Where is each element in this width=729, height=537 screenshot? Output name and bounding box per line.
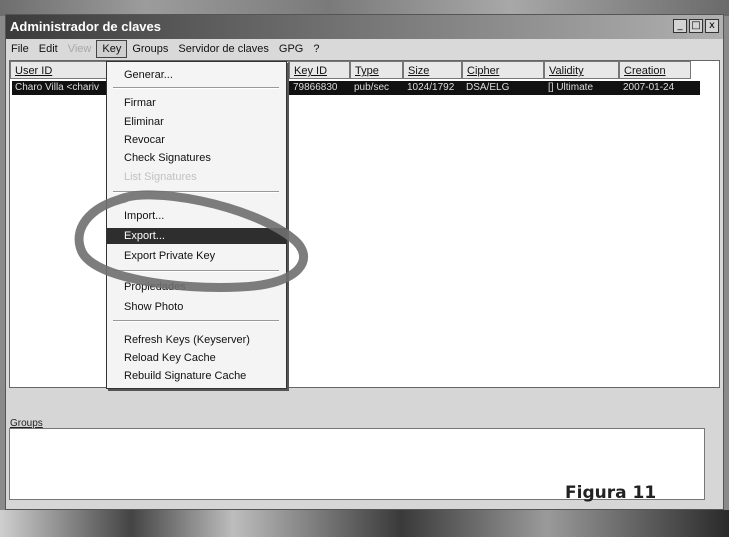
menu-item-properties[interactable]: Propiedades <box>107 279 286 295</box>
menu-keyserver[interactable]: Servidor de claves <box>173 40 274 58</box>
cell-user-id: Charo Villa <chariv <box>15 82 100 93</box>
menu-item-refresh-keys[interactable]: Refresh Keys (Keyserver) <box>107 332 286 348</box>
menu-item-delete[interactable]: Eliminar <box>107 114 286 130</box>
menu-item-revoke[interactable]: Revocar <box>107 132 286 148</box>
menu-item-list-signatures[interactable]: List Signatures <box>107 169 286 185</box>
menu-gpg[interactable]: GPG <box>274 40 308 58</box>
menu-item-import[interactable]: Import... <box>107 208 286 224</box>
photo-border-bottom <box>0 510 729 537</box>
title-bar[interactable]: Administrador de claves _ □ x <box>6 15 723 39</box>
cell-cipher: DSA/ELG <box>466 82 510 93</box>
menu-key[interactable]: Key <box>96 40 128 58</box>
menu-view[interactable]: View <box>63 40 97 58</box>
menu-separator <box>113 320 279 322</box>
menu-help[interactable]: ? <box>308 40 324 58</box>
menu-separator <box>113 87 279 89</box>
menu-item-show-photo[interactable]: Show Photo <box>107 299 286 315</box>
menu-bar: File Edit View Key Groups Servidor de cl… <box>6 40 723 58</box>
menu-item-rebuild-signature-cache[interactable]: Rebuild Signature Cache <box>107 368 286 384</box>
key-menu-dropdown: Generar... Firmar Eliminar Revocar Check… <box>106 61 287 389</box>
cell-size: 1024/1792 <box>407 82 455 93</box>
cell-key-id: 79866830 <box>293 82 338 93</box>
figure-caption: Figura 11 <box>565 483 657 503</box>
cell-type: pub/sec <box>354 82 390 93</box>
column-type[interactable]: Type <box>350 61 403 79</box>
column-size[interactable]: Size <box>403 61 462 79</box>
window-title: Administrador de claves <box>10 19 161 34</box>
menu-item-reload-key-cache[interactable]: Reload Key Cache <box>107 350 286 366</box>
menu-file[interactable]: File <box>6 40 34 58</box>
window-controls: _ □ x <box>673 19 719 33</box>
menu-item-generate[interactable]: Generar... <box>107 67 286 83</box>
close-button[interactable]: x <box>705 19 719 33</box>
menu-item-export-private-key[interactable]: Export Private Key <box>107 248 286 264</box>
column-key-id[interactable]: Key ID <box>289 61 350 79</box>
menu-separator <box>113 270 279 272</box>
maximize-button[interactable]: □ <box>689 19 703 33</box>
menu-item-check-signatures[interactable]: Check Signatures <box>107 150 286 166</box>
cell-validity: [] Ultimate <box>548 82 594 93</box>
menu-item-export[interactable]: Export... <box>107 228 286 244</box>
column-validity[interactable]: Validity <box>544 61 619 79</box>
menu-item-sign[interactable]: Firmar <box>107 95 286 111</box>
cell-creation: 2007-01-24 <box>623 82 675 93</box>
menu-separator <box>113 191 279 193</box>
menu-groups[interactable]: Groups <box>127 40 173 58</box>
minimize-button[interactable]: _ <box>673 19 687 33</box>
menu-edit[interactable]: Edit <box>34 40 63 58</box>
column-cipher[interactable]: Cipher <box>462 61 544 79</box>
column-creation[interactable]: Creation <box>619 61 691 79</box>
